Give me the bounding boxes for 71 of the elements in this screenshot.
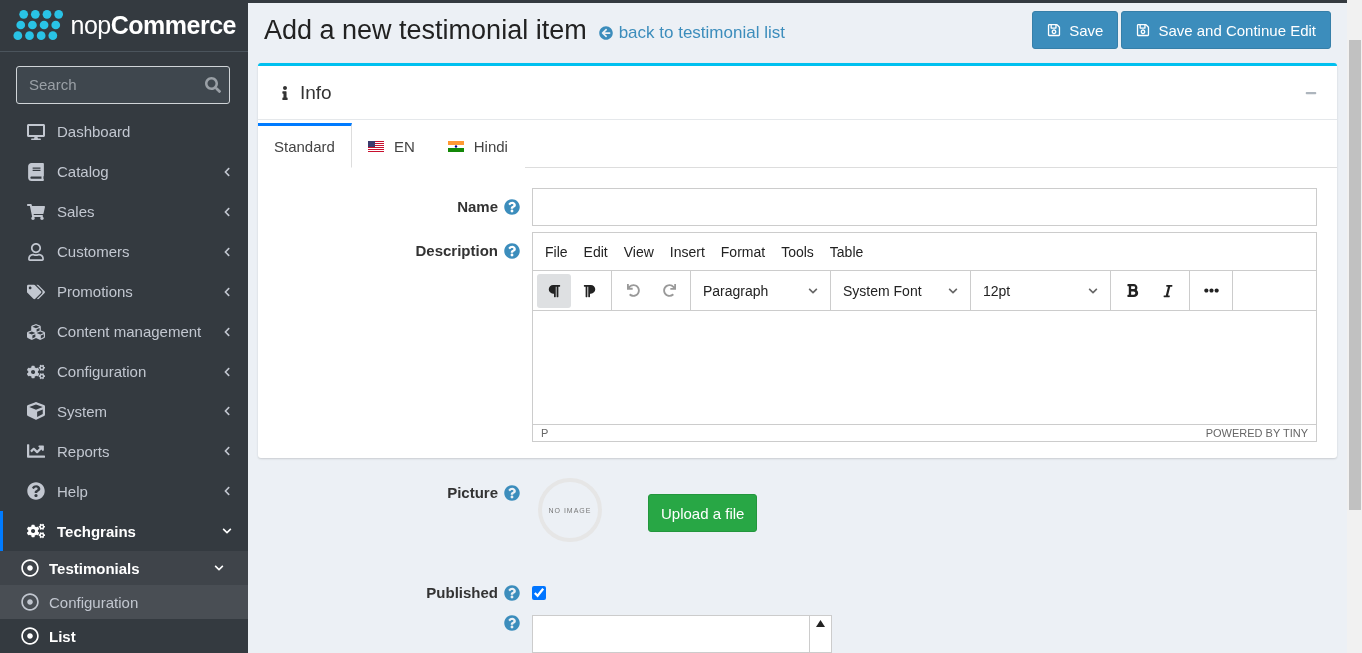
language-tab[interactable]: Standard <box>258 123 352 168</box>
editor-menu-item[interactable]: Table <box>821 243 872 260</box>
search-field[interactable]: Search <box>16 65 230 104</box>
sidebar-item[interactable]: Dashboard <box>0 111 248 152</box>
logo-text: nopCommerce <box>70 10 236 40</box>
chevron-down-icon <box>808 285 818 296</box>
gears-icon <box>27 522 45 541</box>
help-icon[interactable] <box>504 242 520 259</box>
sidebar-item[interactable]: Reports <box>0 431 248 472</box>
flag-icon <box>367 141 384 152</box>
card-title: Info <box>300 81 333 104</box>
save-button[interactable]: Save <box>1032 11 1119 49</box>
format-dropdown[interactable]: System Font <box>835 273 966 308</box>
sidebar-item[interactable]: Help <box>0 471 248 512</box>
element-path: P <box>541 427 549 439</box>
editor-branding: POWERED BY TINY <box>1205 427 1308 439</box>
tags-icon <box>27 282 45 301</box>
book-icon <box>27 162 45 181</box>
field-label: Published <box>426 584 498 601</box>
bold-icon <box>1124 283 1140 298</box>
sidebar-item[interactable]: Configuration <box>0 351 248 392</box>
logo-dots-icon <box>12 8 63 43</box>
ltr-button[interactable] <box>537 273 571 308</box>
editor-menu-item[interactable]: Format <box>712 243 774 260</box>
sidebar-item[interactable]: Sales <box>0 191 248 232</box>
sidebar-item[interactable]: System <box>0 391 248 432</box>
sidebar-item[interactable]: Catalog <box>0 151 248 192</box>
help-icon[interactable] <box>504 198 520 215</box>
sidebar-item[interactable]: Promotions <box>0 271 248 312</box>
back-arrow-icon <box>598 26 613 40</box>
help-icon <box>27 482 45 501</box>
gears-icon <box>27 362 45 381</box>
search-icon[interactable] <box>205 76 221 93</box>
cubes-icon <box>27 322 45 341</box>
format-dropdown[interactable]: Paragraph <box>695 273 826 308</box>
name-input[interactable] <box>532 188 1317 226</box>
flag-icon <box>447 141 464 152</box>
sidebar-item[interactable]: Customers <box>0 231 248 272</box>
sidebar-subitem[interactable]: Configuration <box>0 585 248 620</box>
redo-icon <box>662 284 676 297</box>
cube-icon <box>27 402 45 421</box>
format-dropdown[interactable]: 12pt <box>975 273 1106 308</box>
italic-icon <box>1161 283 1175 298</box>
cart-icon <box>27 202 45 221</box>
page-title: Add a new testimonial item <box>264 14 587 46</box>
editor-menu-item[interactable]: View <box>615 243 662 260</box>
undo-icon <box>626 284 640 297</box>
chart-icon <box>27 442 45 461</box>
editor-menu-item[interactable]: Edit <box>575 243 616 260</box>
monitor-icon <box>27 122 45 141</box>
editor-menu-item[interactable]: File <box>537 243 576 260</box>
save-button[interactable]: Save and Continue Edit <box>1121 11 1331 49</box>
help-icon[interactable] <box>504 484 520 501</box>
editor-menu-item[interactable]: Tools <box>773 243 822 260</box>
sidebar-subitem[interactable]: Testimonials <box>0 551 248 586</box>
user-icon <box>27 242 45 261</box>
help-icon[interactable] <box>504 615 520 631</box>
spin-up-icon[interactable] <box>816 620 825 627</box>
scrollbar[interactable] <box>1347 0 1362 653</box>
pilcrow-icon <box>583 283 597 298</box>
field-label: Name <box>457 198 498 215</box>
field-label: Picture <box>447 484 498 501</box>
published-checkbox[interactable] <box>532 586 546 600</box>
sidebar-item[interactable]: Content management <box>0 311 248 352</box>
chevron-down-icon <box>948 285 958 296</box>
field-label: Description <box>415 242 498 259</box>
chevron-down-icon <box>1088 285 1098 296</box>
pilcrow-icon <box>547 283 561 298</box>
editor-menu-item[interactable]: Insert <box>661 243 713 260</box>
number-input[interactable] <box>532 615 832 653</box>
help-icon[interactable] <box>504 584 520 601</box>
